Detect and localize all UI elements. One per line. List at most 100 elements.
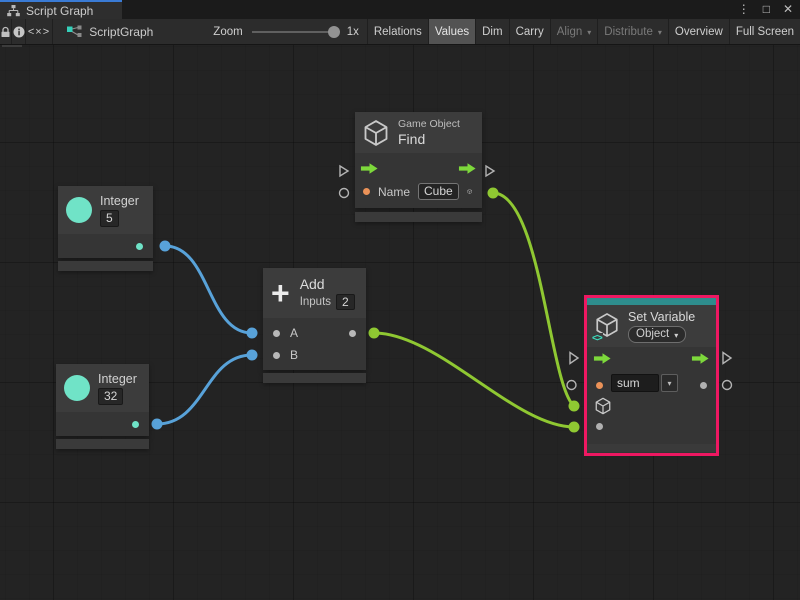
node-add[interactable]: + Add Inputs 2 A B bbox=[263, 268, 366, 370]
zoom-value: 1x bbox=[347, 26, 359, 38]
variable-name-select[interactable]: sum ▾ bbox=[611, 374, 678, 392]
variable-kind-icon: <> bbox=[591, 333, 603, 344]
node-integer-a[interactable]: Integer 5 bbox=[58, 186, 153, 258]
flow-out-arrow-icon[interactable] bbox=[458, 162, 477, 175]
port-integer32-output[interactable] bbox=[152, 419, 163, 430]
flow-in-arrow-icon[interactable] bbox=[360, 162, 379, 175]
toolbar-button-distribute[interactable]: Distribute▾ bbox=[597, 19, 668, 44]
chevron-down-icon: ▾ bbox=[587, 28, 591, 37]
tab-script-graph[interactable]: Script Graph bbox=[0, 0, 122, 19]
port-add-input-a[interactable] bbox=[247, 328, 258, 339]
info-button[interactable] bbox=[12, 19, 26, 44]
port-setvariable-object-input[interactable] bbox=[569, 401, 580, 412]
set-variable-icon: <> bbox=[594, 312, 620, 341]
port-setvariable-name-in[interactable] bbox=[567, 381, 576, 390]
flow-in-arrow-icon[interactable] bbox=[593, 352, 612, 365]
graph-name-label: ScriptGraph bbox=[89, 25, 153, 39]
variable-header-strip bbox=[587, 298, 716, 305]
integer-value-field[interactable]: 32 bbox=[98, 388, 123, 405]
wire-integer5-to-add-a[interactable] bbox=[165, 246, 252, 333]
output-port-dot[interactable] bbox=[136, 243, 143, 250]
output-port-dot[interactable] bbox=[349, 330, 356, 337]
port-find-gameobject-output[interactable] bbox=[488, 188, 499, 199]
toolbar-button-overview[interactable]: Overview bbox=[668, 19, 729, 44]
toolbar-button-fullscreen[interactable]: Full Screen bbox=[729, 19, 800, 44]
graph-breadcrumb[interactable]: ScriptGraph bbox=[53, 19, 163, 44]
zoom-control: Zoom 1x bbox=[163, 19, 367, 44]
integer-type-icon bbox=[64, 375, 90, 401]
toolbar-button-values[interactable]: Values bbox=[428, 19, 475, 44]
port-find-flow-in[interactable] bbox=[340, 166, 348, 176]
node-integer-b[interactable]: Integer 32 bbox=[56, 364, 149, 436]
game-object-cube-icon bbox=[362, 119, 390, 147]
port-setvariable-value-out[interactable] bbox=[723, 381, 732, 390]
zoom-label: Zoom bbox=[213, 26, 242, 38]
chevron-down-icon: ▾ bbox=[674, 331, 678, 340]
input-port-a-dot[interactable] bbox=[273, 330, 280, 337]
port-add-output[interactable] bbox=[369, 328, 380, 339]
node-set-variable-selected[interactable]: <> Set Variable Object ▾ sum ▾ bbox=[584, 295, 719, 456]
chevron-down-icon: ▾ bbox=[658, 28, 662, 37]
toolbar-button-relations[interactable]: Relations bbox=[367, 19, 428, 44]
port-add-input-b[interactable] bbox=[247, 350, 258, 361]
port-setvariable-flow-in[interactable] bbox=[570, 353, 578, 364]
variable-name-field[interactable]: sum bbox=[611, 374, 659, 392]
node-find[interactable]: Game Object Find Name Cube bbox=[355, 112, 482, 208]
variable-kind-dropdown[interactable]: Object ▾ bbox=[628, 326, 686, 343]
variable-name-dropdown-button[interactable]: ▾ bbox=[661, 374, 678, 392]
code-icon: <×> bbox=[28, 26, 50, 38]
wire-find-to-setvariable-object[interactable] bbox=[493, 193, 574, 406]
integer-value-field[interactable]: 5 bbox=[100, 210, 119, 227]
value-input-port-dot[interactable] bbox=[596, 423, 603, 430]
graph-node-icon bbox=[67, 25, 82, 38]
name-param-field[interactable]: Cube bbox=[418, 183, 459, 200]
window-close-icon[interactable]: ✕ bbox=[783, 0, 793, 19]
port-a-label: A bbox=[290, 326, 298, 340]
node-title: Integer bbox=[100, 194, 139, 208]
integer-type-icon bbox=[66, 197, 92, 223]
node-footer[interactable] bbox=[56, 439, 149, 449]
node-category: Game Object bbox=[398, 118, 460, 130]
info-icon bbox=[13, 26, 25, 38]
chevron-down-icon: ▾ bbox=[667, 379, 671, 388]
input-port-b-dot[interactable] bbox=[273, 352, 280, 359]
inputs-label: Inputs bbox=[300, 296, 331, 308]
lock-button[interactable] bbox=[0, 19, 12, 44]
node-footer[interactable] bbox=[263, 373, 366, 383]
node-footer[interactable] bbox=[58, 261, 153, 271]
wire-integer32-to-add-b[interactable] bbox=[157, 355, 252, 424]
object-target-port-icon[interactable] bbox=[594, 397, 612, 415]
port-find-flow-out[interactable] bbox=[486, 166, 494, 176]
code-preview-button[interactable]: <×> bbox=[26, 19, 53, 44]
inputs-count-field[interactable]: 2 bbox=[336, 294, 355, 310]
wire-add-to-setvariable-value[interactable] bbox=[374, 333, 574, 427]
graph-toolbar: <×> ScriptGraph Zoom 1x Relations Values… bbox=[0, 19, 800, 45]
gameobject-output-icon[interactable] bbox=[467, 183, 472, 200]
node-footer[interactable] bbox=[355, 212, 482, 222]
tab-title: Script Graph bbox=[26, 4, 93, 18]
output-port-dot[interactable] bbox=[132, 421, 139, 428]
port-setvariable-flow-out[interactable] bbox=[723, 353, 731, 364]
zoom-slider-handle[interactable] bbox=[328, 26, 340, 38]
flow-out-arrow-icon[interactable] bbox=[691, 352, 710, 365]
node-title: Add bbox=[300, 276, 355, 292]
window-maximize-icon[interactable]: □ bbox=[763, 0, 770, 19]
port-integer5-output[interactable] bbox=[160, 241, 171, 252]
node-body bbox=[56, 412, 149, 436]
node-title: Integer bbox=[98, 372, 137, 386]
name-param-label: Name bbox=[378, 185, 410, 199]
port-setvariable-value-input[interactable] bbox=[569, 422, 580, 433]
zoom-slider[interactable] bbox=[252, 31, 338, 33]
string-input-port-dot[interactable] bbox=[363, 188, 370, 195]
toolbar-button-dim[interactable]: Dim bbox=[475, 19, 508, 44]
window-titlebar: Script Graph ⋮ □ ✕ bbox=[0, 0, 800, 19]
port-find-name-in[interactable] bbox=[340, 189, 349, 198]
value-output-port-dot[interactable] bbox=[700, 382, 707, 389]
variable-name-port-dot[interactable] bbox=[596, 382, 603, 389]
node-footer[interactable] bbox=[587, 444, 716, 452]
window-menu-icon[interactable]: ⋮ bbox=[738, 0, 750, 19]
toolbar-button-align[interactable]: Align▾ bbox=[550, 19, 598, 44]
node-title: Set Variable bbox=[628, 310, 695, 324]
lock-icon bbox=[0, 26, 11, 38]
toolbar-button-carry[interactable]: Carry bbox=[509, 19, 550, 44]
